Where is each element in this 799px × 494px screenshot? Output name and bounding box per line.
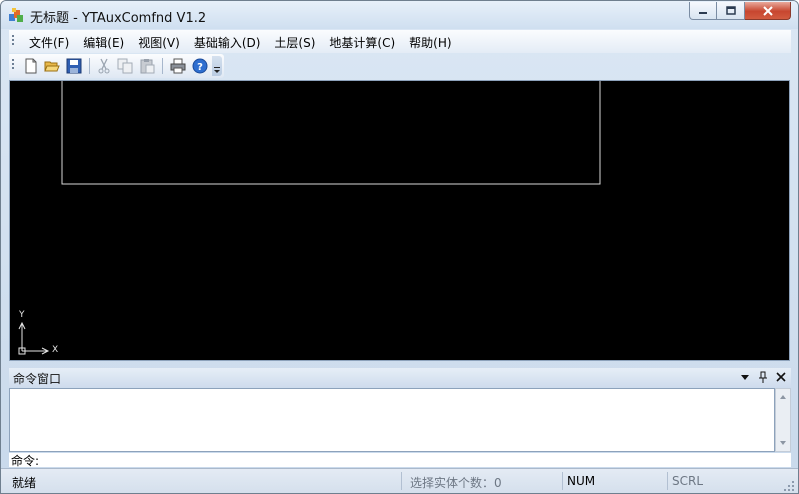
menu-base-input[interactable]: 基础输入(D) <box>187 34 268 51</box>
canvas-drawing <box>18 81 601 355</box>
status-divider <box>667 472 668 490</box>
status-divider <box>401 472 402 490</box>
menu-edit[interactable]: 编辑(E) <box>76 34 131 51</box>
maximize-button[interactable] <box>717 2 745 20</box>
save-icon[interactable] <box>66 58 82 74</box>
command-window-header: 命令窗口 <box>9 368 791 387</box>
command-input[interactable] <box>49 453 769 466</box>
close-icon[interactable] <box>775 370 787 384</box>
new-file-icon[interactable] <box>23 58 39 74</box>
drawn-rectangle <box>61 81 601 185</box>
toolbar-grip[interactable] <box>12 59 14 71</box>
toolbar-separator <box>89 58 90 74</box>
paste-icon[interactable] <box>139 58 155 74</box>
menu-soil-layer[interactable]: 土层(S) <box>267 34 322 51</box>
axis-x-label: X <box>52 345 59 355</box>
cut-icon[interactable] <box>96 58 112 74</box>
status-scrl: SCRL <box>672 474 704 488</box>
dropdown-icon[interactable] <box>739 370 751 384</box>
command-prompt: 命令: <box>11 454 40 468</box>
help-icon[interactable]: ? <box>192 58 208 74</box>
scroll-down-icon[interactable] <box>776 436 790 450</box>
caption-buttons <box>689 2 791 20</box>
copy-icon[interactable] <box>117 58 133 74</box>
drawing-canvas[interactable]: Y X <box>9 80 790 361</box>
command-input-row: 命令: <box>9 453 791 468</box>
status-ready: 就绪 <box>12 476 37 490</box>
status-bar: 就绪 选择实体个数：0 NUM SCRL <box>1 468 798 493</box>
chevron-down-icon <box>214 67 220 73</box>
resize-grip-icon[interactable] <box>783 480 795 492</box>
scroll-up-icon[interactable] <box>776 390 790 404</box>
menu-view[interactable]: 视图(V) <box>131 34 187 51</box>
status-num: NUM <box>567 474 596 488</box>
menu-file[interactable]: 文件(F) <box>22 34 76 51</box>
close-icon <box>762 5 773 16</box>
toolbar-overflow-button[interactable] <box>212 56 222 76</box>
app-icon <box>9 8 23 22</box>
print-icon[interactable] <box>170 58 186 74</box>
menu-bar: 文件(F) 编辑(E) 视图(V) 基础输入(D) 土层(S) 地基计算(C) … <box>9 30 791 53</box>
menu-foundation-calc[interactable]: 地基计算(C) <box>322 34 402 51</box>
toolbar: ? <box>9 54 224 78</box>
maximize-icon <box>725 6 736 15</box>
pin-icon[interactable] <box>757 370 769 384</box>
menu-grip[interactable] <box>12 35 14 47</box>
command-window-title: 命令窗口 <box>13 372 62 386</box>
close-button[interactable] <box>745 2 791 20</box>
ucs-axis-icon <box>18 321 50 355</box>
title-bar[interactable]: 无标题 - YTAuxComfnd V1.2 <box>1 1 798 29</box>
command-output[interactable] <box>9 388 775 452</box>
status-divider <box>562 472 563 490</box>
minimize-button[interactable] <box>689 2 717 20</box>
menu-help[interactable]: 帮助(H) <box>402 34 458 51</box>
minimize-icon <box>699 11 707 14</box>
open-folder-icon[interactable] <box>44 58 60 74</box>
status-selection-count: 选择实体个数：0 <box>410 476 502 490</box>
toolbar-separator <box>162 58 163 74</box>
svg-text:?: ? <box>197 62 203 73</box>
app-window: 无标题 - YTAuxComfnd V1.2 文件(F) 编辑(E) 视图(V)… <box>0 0 799 494</box>
axis-y-label: Y <box>19 310 25 320</box>
vertical-scrollbar[interactable] <box>775 388 791 452</box>
window-title: 无标题 - YTAuxComfnd V1.2 <box>30 11 207 26</box>
